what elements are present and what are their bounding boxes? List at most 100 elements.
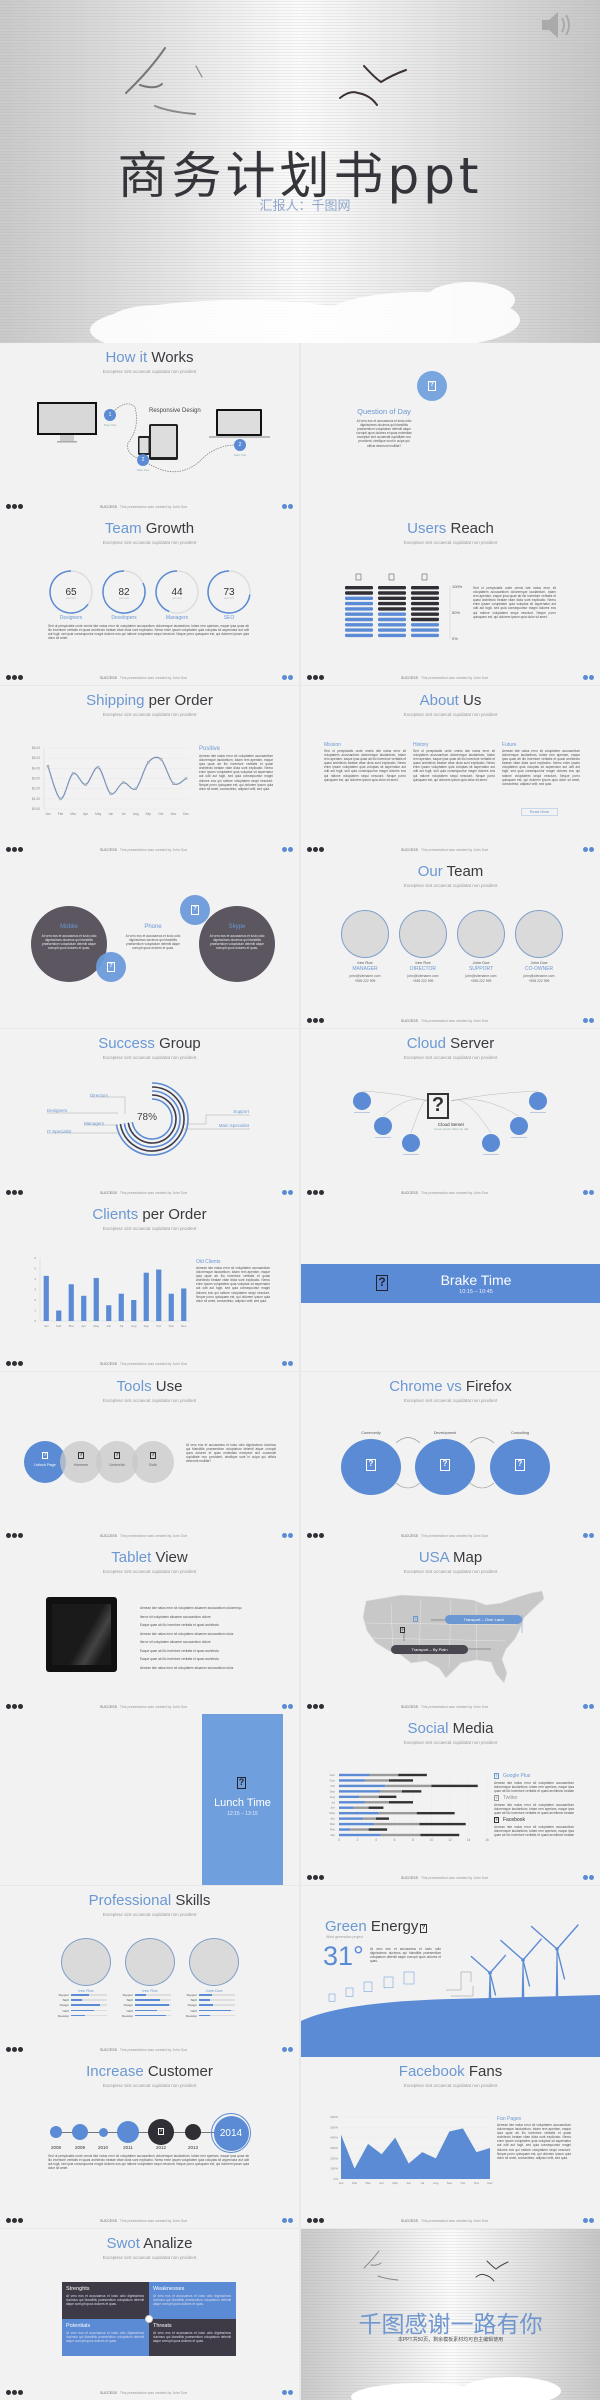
stacked-bar-segment — [388, 1801, 413, 1804]
future-text: Aenean iste natus error sit voluptatem a… — [502, 749, 580, 786]
reach-bar — [345, 617, 373, 622]
slide-our-team: Our Team Iren Roe MANAGER john@sitename.co… — [301, 857, 600, 1028]
stacked-bar-segment — [350, 1828, 369, 1831]
slide-subtitle: Excepteur sint occaecat cupidatat non pr… — [102, 2255, 197, 2260]
reach-bar — [378, 607, 406, 611]
footer-dots-right[interactable] — [282, 2390, 293, 2395]
footer-dots-right[interactable] — [282, 2047, 293, 2052]
placeholder-icon-outline — [345, 1987, 354, 1997]
scale-label: 50% — [452, 610, 460, 615]
stacked-bar-segment — [339, 1773, 370, 1777]
team-growth-text: Sed ut perspiciatis unde omnis iste natu… — [48, 624, 249, 641]
node-label — [403, 1154, 419, 1155]
read-more-button[interactable]: Read More — [521, 808, 558, 816]
footer-dots-left — [307, 1875, 324, 1880]
footer-dots-right[interactable] — [583, 1875, 594, 1880]
skill-track — [199, 2014, 235, 2017]
x-tick-label: Oct — [461, 2181, 466, 2185]
timeline-year: 2012 — [155, 2145, 166, 2150]
slide-success-group: Success Group 78% Directors Designers Ma… — [0, 1029, 299, 1200]
x-tick-label: Nov — [171, 812, 177, 816]
skill-label: Develop — [185, 2013, 197, 2018]
timeline-dot — [117, 2121, 139, 2143]
footer-dots-right[interactable] — [282, 675, 293, 680]
footer-dots-right[interactable] — [583, 1704, 594, 1709]
turbine-blade — [556, 1924, 579, 1950]
feature-line: Aenean iste natus error sit voluptatem a… — [140, 1665, 234, 1670]
skill-track — [199, 1999, 235, 2001]
reach-bar — [378, 633, 406, 638]
positive-heading: Positive — [199, 746, 221, 752]
y-tick-label: Aug — [330, 1795, 336, 1799]
y-tick-label: Jan — [330, 1833, 335, 1837]
footer-text: SUCCESS This presentation was created by … — [100, 505, 188, 509]
turbine-hub — [521, 1958, 525, 1962]
stacked-bar-segment — [368, 1806, 384, 1809]
skill-track — [71, 1994, 107, 1996]
tablet-image — [46, 1597, 117, 1672]
stacked-bar-segment — [369, 1773, 399, 1777]
footer-dots-right[interactable] — [583, 675, 594, 680]
placeholder-icon — [328, 1993, 336, 2002]
feature-line: Iterror sit voluptatem aliuamer accusant… — [140, 1640, 211, 1644]
cycle-label: Consulting — [511, 1431, 529, 1435]
placeholder-icon: ? — [78, 1452, 84, 1459]
footer-dots-right[interactable] — [583, 2218, 594, 2223]
placeholder-icon: ? — [107, 962, 115, 972]
placeholder-icon: ? — [440, 1459, 450, 1471]
x-tick-label: Jun — [406, 2181, 411, 2185]
footer-dots-right[interactable] — [282, 1704, 293, 1709]
bar — [181, 1288, 187, 1321]
legend-text: Aenean iste natus error sit voluptatem a… — [494, 1803, 574, 1815]
skill-label: CEO — [190, 2008, 197, 2013]
placeholder-icon-outline — [383, 1976, 394, 1989]
footer-dots-left — [6, 1190, 23, 1195]
footer-dots-right[interactable] — [282, 2218, 293, 2223]
footer-dots-right[interactable] — [282, 1533, 293, 1538]
label-main-specialist: Main Specialist — [218, 1123, 249, 1128]
bar — [93, 1277, 99, 1321]
footer-dots-right[interactable] — [282, 1190, 293, 1195]
skill-track — [135, 2014, 171, 2017]
x-tick-label: Aug — [133, 812, 139, 816]
member-email: john@sitename.com — [407, 974, 439, 978]
slide-tablet-view: Tablet View Aenean iste natus error sit … — [0, 1543, 299, 1714]
footer-dots-right[interactable] — [583, 1533, 594, 1538]
slide-subtitle: Excepteur sint occaecat cupidatat non pr… — [403, 1740, 498, 1745]
step-label: Step Two — [136, 468, 150, 472]
footer-dots-right[interactable] — [282, 504, 293, 509]
member-role: MANAGER — [352, 966, 378, 972]
skill-label: Support — [122, 1993, 133, 1997]
x-tick-label: Aug — [433, 2181, 439, 2185]
footer-dots-right[interactable] — [583, 1190, 594, 1195]
footer-dots-right[interactable] — [583, 847, 594, 852]
speaker-icon[interactable] — [540, 10, 576, 45]
slide-shipping-per-order: Shipping per Order $0.00 $1.00 $2.00 $3.00 $… — [0, 686, 299, 857]
thanks-title: 千图感谢一路有你 — [358, 2312, 543, 2338]
footer-dots-right[interactable] — [282, 1361, 293, 1366]
bar — [106, 1305, 112, 1321]
footer-text: SUCCESS This presentation was created by … — [100, 2048, 188, 2052]
footer-text: SUCCESS This presentation was created by … — [100, 1534, 188, 1538]
stat-unit: percent — [224, 596, 234, 600]
skill-track — [199, 2004, 235, 2006]
footer-dots-right[interactable] — [282, 847, 293, 852]
server-node — [374, 1117, 392, 1135]
x-tick-label: Dec — [487, 2181, 493, 2185]
stacked-bar-segment — [339, 1801, 365, 1804]
data-point — [172, 782, 175, 785]
x-tick-label: Feb — [58, 812, 64, 816]
slide-about-us: About Us Mission History Future Sed ut p… — [301, 686, 600, 857]
member-phone: +555 222 999 — [412, 979, 434, 983]
connector — [450, 1090, 539, 1102]
transport-over-land-label: Transport – Over Land — [445, 1615, 522, 1624]
x-tick-label: Jul — [121, 812, 125, 816]
placeholder-icon — [403, 1971, 415, 1985]
stacked-bar-segment — [364, 1779, 389, 1782]
slide-subtitle: Excepteur sint occaecat cupidatat non pr… — [102, 1398, 197, 1403]
y-tick-label: $0.00 — [32, 807, 40, 811]
footer-dots-right[interactable] — [583, 1018, 594, 1023]
feature-line: Iterror sit voluptatem aliuamer accusant… — [140, 1614, 211, 1619]
x-tick-label: Nov — [169, 1324, 175, 1328]
x-tick-label: Apr — [81, 1324, 86, 1328]
